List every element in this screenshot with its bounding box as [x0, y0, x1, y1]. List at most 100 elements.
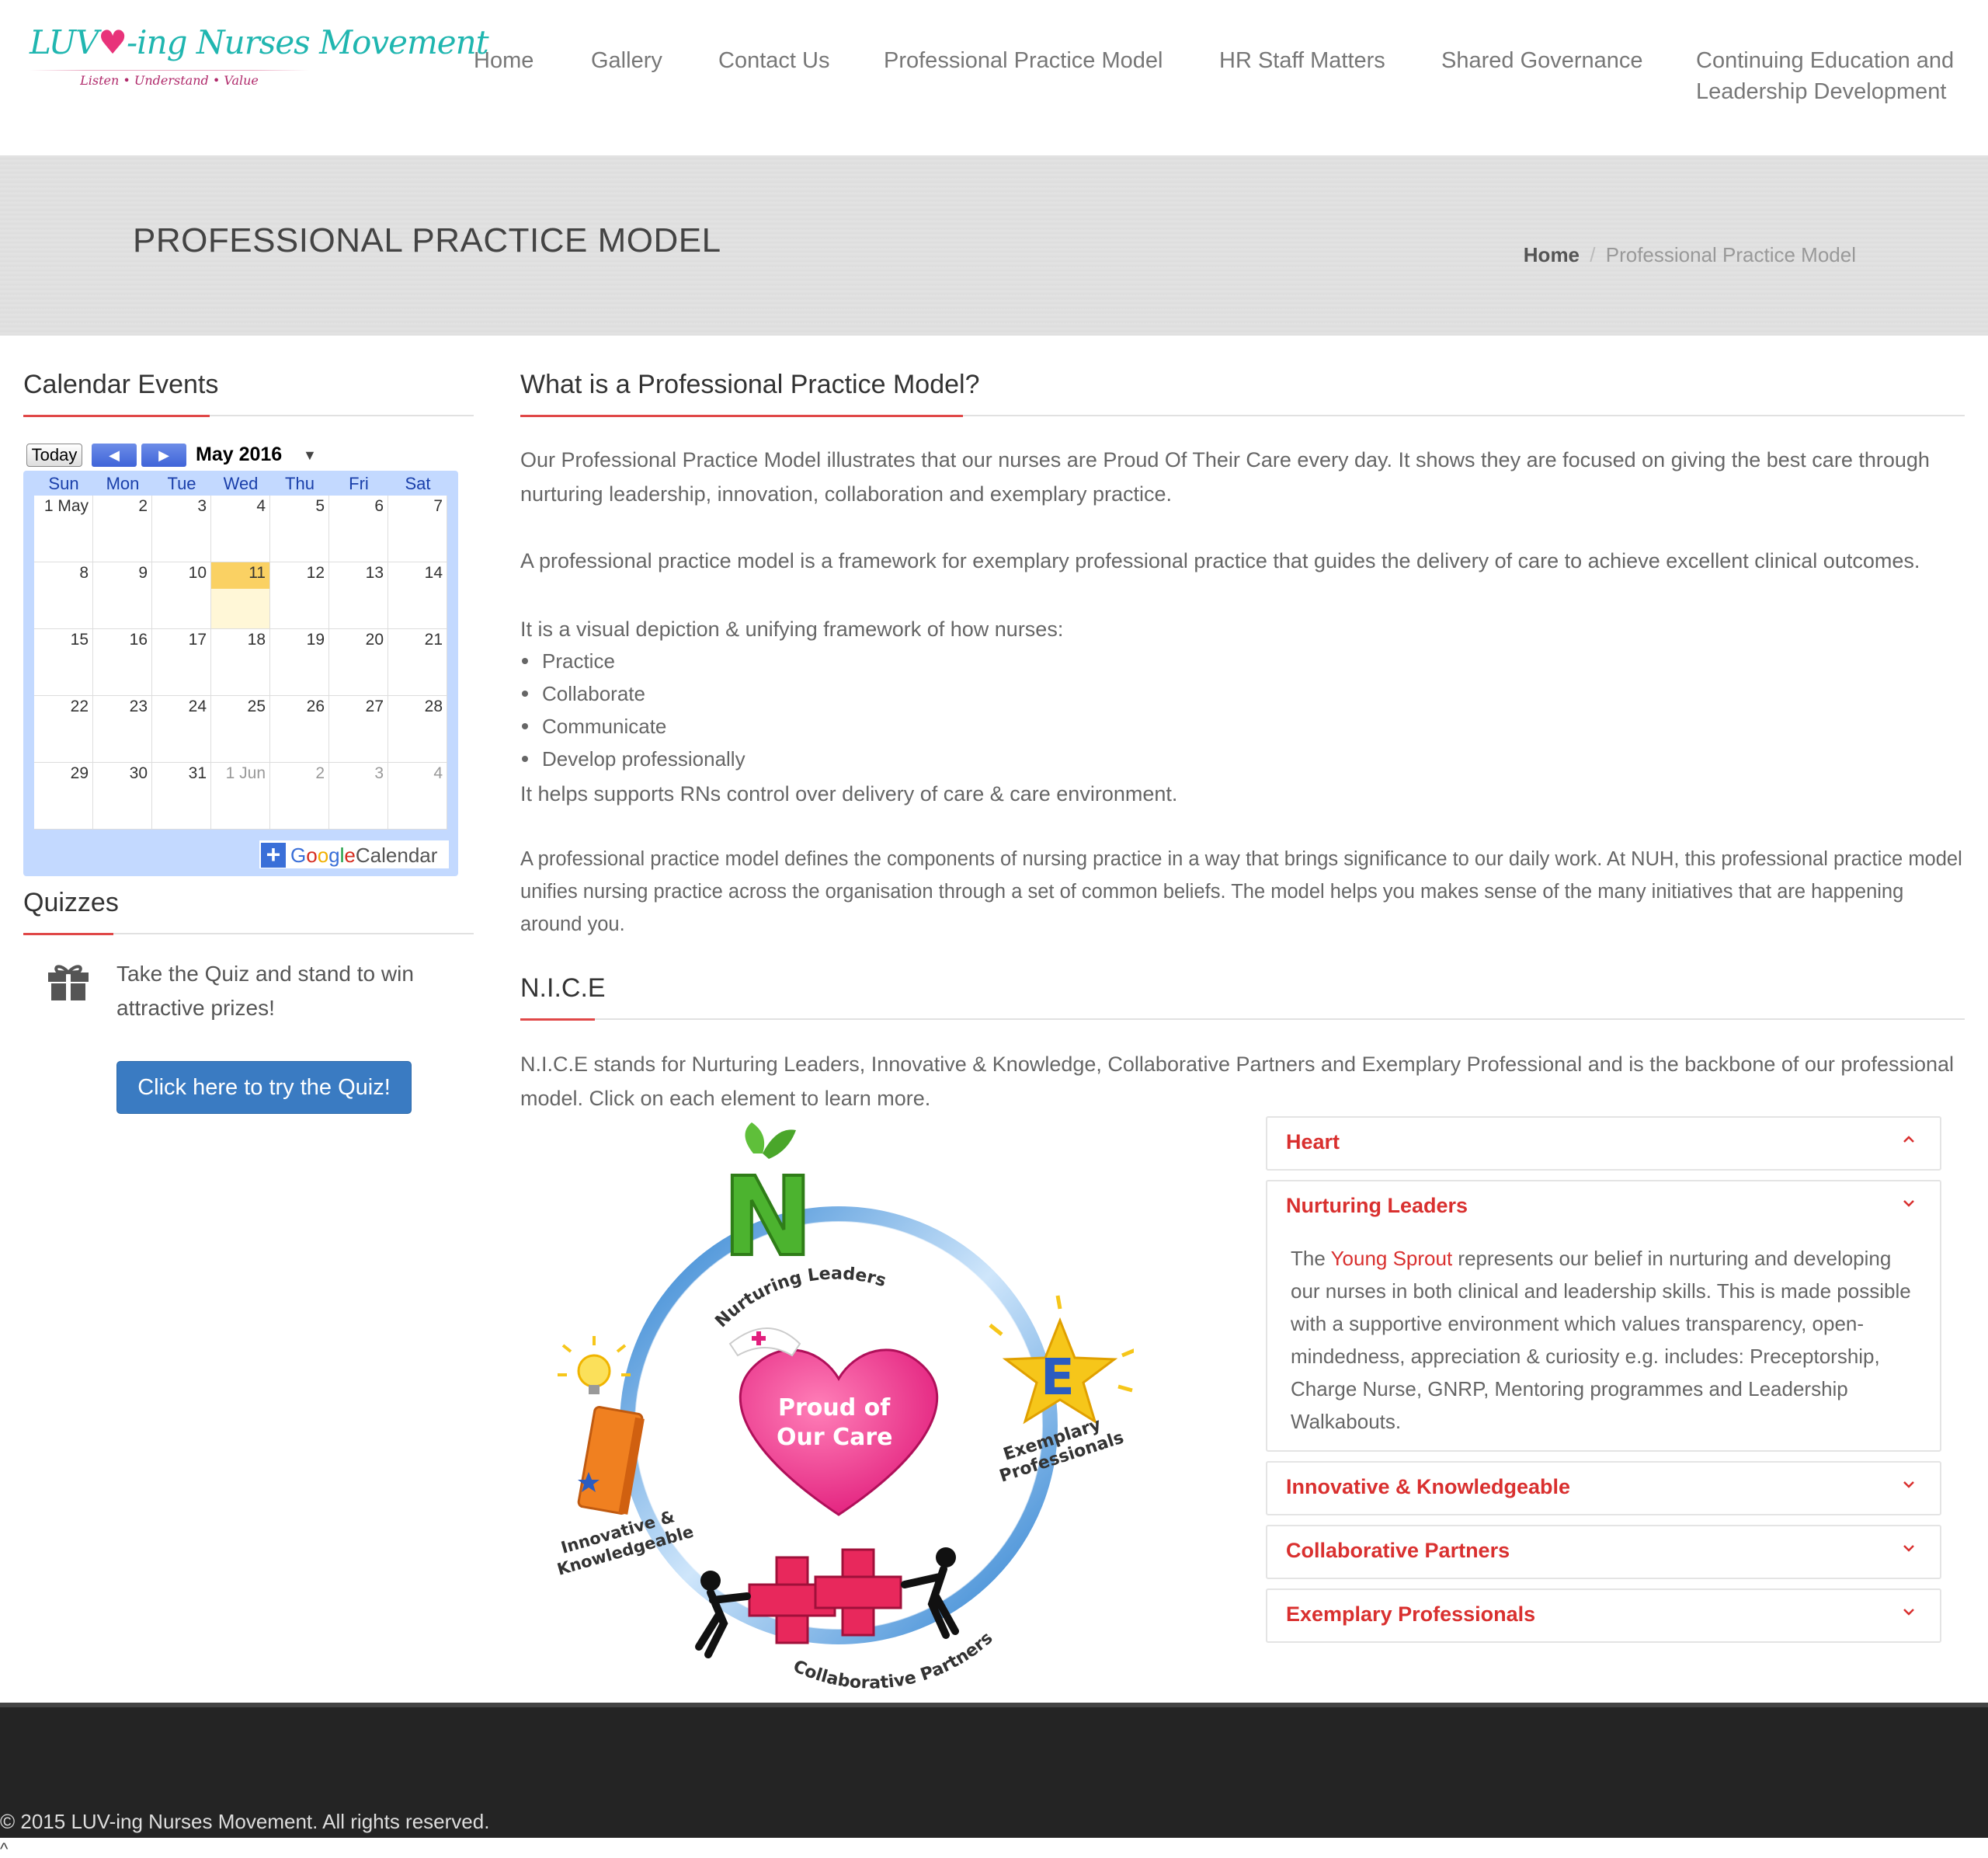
calendar-events-title: Calendar Events [23, 370, 219, 399]
calendar-day-cell[interactable]: 22 [34, 696, 93, 763]
calendar-day-cell[interactable]: 21 [388, 629, 447, 696]
calendar-day-cell[interactable]: 3 [329, 763, 388, 830]
accordion-item-innovative[interactable]: Innovative & Knowledgeable [1266, 1461, 1941, 1515]
chevron-down-icon[interactable] [1899, 1475, 1918, 1494]
quiz-description: Take the Quiz and stand to win attractiv… [116, 962, 414, 1020]
young-sprout-link[interactable]: Young Sprout [1331, 1247, 1453, 1270]
calendar-day-cell[interactable]: 4 [388, 763, 447, 830]
calendar-day-cell[interactable]: 11 [211, 562, 270, 629]
list-item: Communicate [520, 710, 1142, 743]
section-title-ppm-underline [520, 415, 1965, 417]
nav-contact-us[interactable]: Contact Us [718, 45, 829, 76]
calendar-day-number: 31 [188, 764, 207, 782]
calendar-day-cell[interactable]: 17 [152, 629, 211, 696]
calendar-month-label[interactable]: May 2016 [196, 444, 282, 466]
calendar-title-underline [23, 415, 474, 417]
calendar-day-cell[interactable]: 24 [152, 696, 211, 763]
calendar-day-cell[interactable]: 14 [388, 562, 447, 629]
calendar-body: Sat Fri Thu Wed Tue Mon Sun 1 May 2 3 4 5 6 7 8 9 10 11 1… [23, 471, 458, 876]
calendar-day-cell[interactable]: 2 [93, 496, 152, 562]
chevron-down-icon[interactable] [1899, 1539, 1918, 1557]
breadcrumb-current: Professional Practice Model [1605, 243, 1856, 266]
heart-icon: ♥ [98, 23, 127, 61]
site-header: LUV♥-ing Nurses Movement Listen • Unders… [0, 0, 1988, 155]
calendar-day-cell[interactable]: 3 [152, 496, 211, 562]
nav-home[interactable]: Home [474, 45, 533, 76]
innovative-knowledgeable-element[interactable]: Innovative & Knowledgeable [555, 1336, 696, 1579]
calendar-day-of-week: Fri [349, 474, 369, 493]
calendar-day-cell[interactable]: 8 [34, 562, 93, 629]
calendar-day-cell[interactable]: 20 [329, 629, 388, 696]
calendar-day-number: 5 [315, 497, 325, 515]
calendar-day-cell[interactable]: 15 [34, 629, 93, 696]
calendar-day-cell[interactable]: 31 [152, 763, 211, 830]
calendar-day-cell[interactable]: 13 [329, 562, 388, 629]
calendar-day-cell[interactable]: 1 Jun [211, 763, 270, 830]
calendar-dropdown-icon[interactable]: ▼ [303, 447, 317, 464]
calendar-day-number: 13 [365, 564, 384, 582]
add-calendar-icon: + [261, 842, 286, 868]
calendar-day-cell[interactable]: 19 [270, 629, 329, 696]
exemplary-professionals-element[interactable]: E Exemplary Professionals [989, 1295, 1134, 1487]
calendar-day-number: 11 [248, 564, 266, 582]
calendar-day-cell[interactable]: 30 [93, 763, 152, 830]
calendar-next-icon[interactable]: ▶ [141, 444, 186, 467]
calendar-day-number: 6 [374, 497, 384, 515]
calendar-day-number: 17 [188, 631, 207, 649]
copyright-text: © 2015 LUV-ing Nurses Movement. All righ… [0, 1810, 490, 1833]
calendar-day-cell[interactable]: 2 [270, 763, 329, 830]
logo-tagline: Listen • Understand • Value [80, 73, 259, 88]
nav-gallery[interactable]: Gallery [591, 45, 662, 76]
accordion-item-nurturing-leaders[interactable]: Nurturing Leaders The Young Sprout repre… [1266, 1180, 1941, 1452]
logo-divider [30, 70, 309, 71]
calendar-grid: 1 May 2 3 4 5 6 7 8 9 10 11 12 13 14 15 16 17 18 19 20 21 22 2… [34, 496, 447, 830]
calendar-day-cell[interactable]: 18 [211, 629, 270, 696]
calendar-day-cell[interactable]: 23 [93, 696, 152, 763]
site-footer: © 2015 LUV-ing Nurses Movement. All righ… [0, 1703, 1988, 1838]
accordion-item-exemplary[interactable]: Exemplary Professionals [1266, 1588, 1941, 1643]
calendar-day-cell[interactable]: 16 [93, 629, 152, 696]
list-item: Develop professionally [520, 743, 1142, 775]
nice-description-paragraph: N.I.C.E stands for Nurturing Leaders, In… [520, 1053, 1955, 1110]
ppm-nuh-paragraph: A professional practice model defines th… [520, 848, 1962, 935]
nav-hr-staff-matters[interactable]: HR Staff Matters [1219, 45, 1385, 76]
letter-n: N [722, 1154, 813, 1281]
calendar-day-cell[interactable]: 6 [329, 496, 388, 562]
calendar-day-cell[interactable]: 25 [211, 696, 270, 763]
calendar-day-number: 10 [188, 564, 207, 582]
accordion-item-heart[interactable]: Heart [1266, 1116, 1941, 1171]
calendar-day-number: 12 [306, 564, 325, 582]
calendar-day-cell[interactable]: 28 [388, 696, 447, 763]
breadcrumb-home[interactable]: Home [1524, 243, 1580, 266]
calendar-day-number: 1 May [43, 497, 89, 515]
gift-icon [48, 965, 89, 1000]
calendar-day-cell[interactable]: 9 [93, 562, 152, 629]
calendar-day-cell[interactable]: 1 May [34, 496, 93, 562]
calendar-day-cell[interactable]: 12 [270, 562, 329, 629]
calendar-day-cell[interactable]: 10 [152, 562, 211, 629]
google-calendar-link[interactable]: + GoogleCalendar [259, 840, 449, 868]
nav-shared-governance[interactable]: Shared Governance [1441, 45, 1643, 76]
calendar-day-cell[interactable]: 4 [211, 496, 270, 562]
nav-professional-practice-model[interactable]: Professional Practice Model [884, 45, 1163, 76]
calendar-day-cell[interactable]: 26 [270, 696, 329, 763]
site-logo[interactable]: LUV♥-ing Nurses Movement Listen • Unders… [30, 23, 489, 93]
proud-of-our-care-heart[interactable]: Proud of Our Care [728, 1327, 939, 1516]
calendar-today-button[interactable]: Today [26, 444, 82, 467]
calendar-day-cell[interactable]: 5 [270, 496, 329, 562]
chevron-down-icon[interactable] [1899, 1194, 1918, 1213]
nurturing-leaders-element[interactable]: N Nurturing Leaders [712, 1122, 888, 1331]
calendar-day-cell[interactable]: 29 [34, 763, 93, 830]
quizzes-title: Quizzes [23, 888, 119, 917]
calendar-day-cell[interactable]: 27 [329, 696, 388, 763]
chevron-up-icon[interactable] [1899, 1130, 1918, 1149]
calendar-prev-icon[interactable]: ◀ [92, 444, 137, 467]
calendar-day-cell[interactable]: 7 [388, 496, 447, 562]
try-quiz-button[interactable]: Click here to try the Quiz! [116, 1061, 412, 1114]
accordion-item-collaborative[interactable]: Collaborative Partners [1266, 1525, 1941, 1579]
nice-model-diagram[interactable]: N Nurturing Leaders E Exemplary Professi… [544, 1119, 1134, 1693]
scroll-top-icon[interactable]: ^ [0, 1839, 8, 1858]
nav-continuing-education[interactable]: Continuing Education and Leadership Deve… [1696, 45, 1954, 107]
ppm-rn-control-paragraph: It helps supports RNs control over deliv… [520, 782, 1178, 805]
chevron-down-icon[interactable] [1899, 1602, 1918, 1621]
